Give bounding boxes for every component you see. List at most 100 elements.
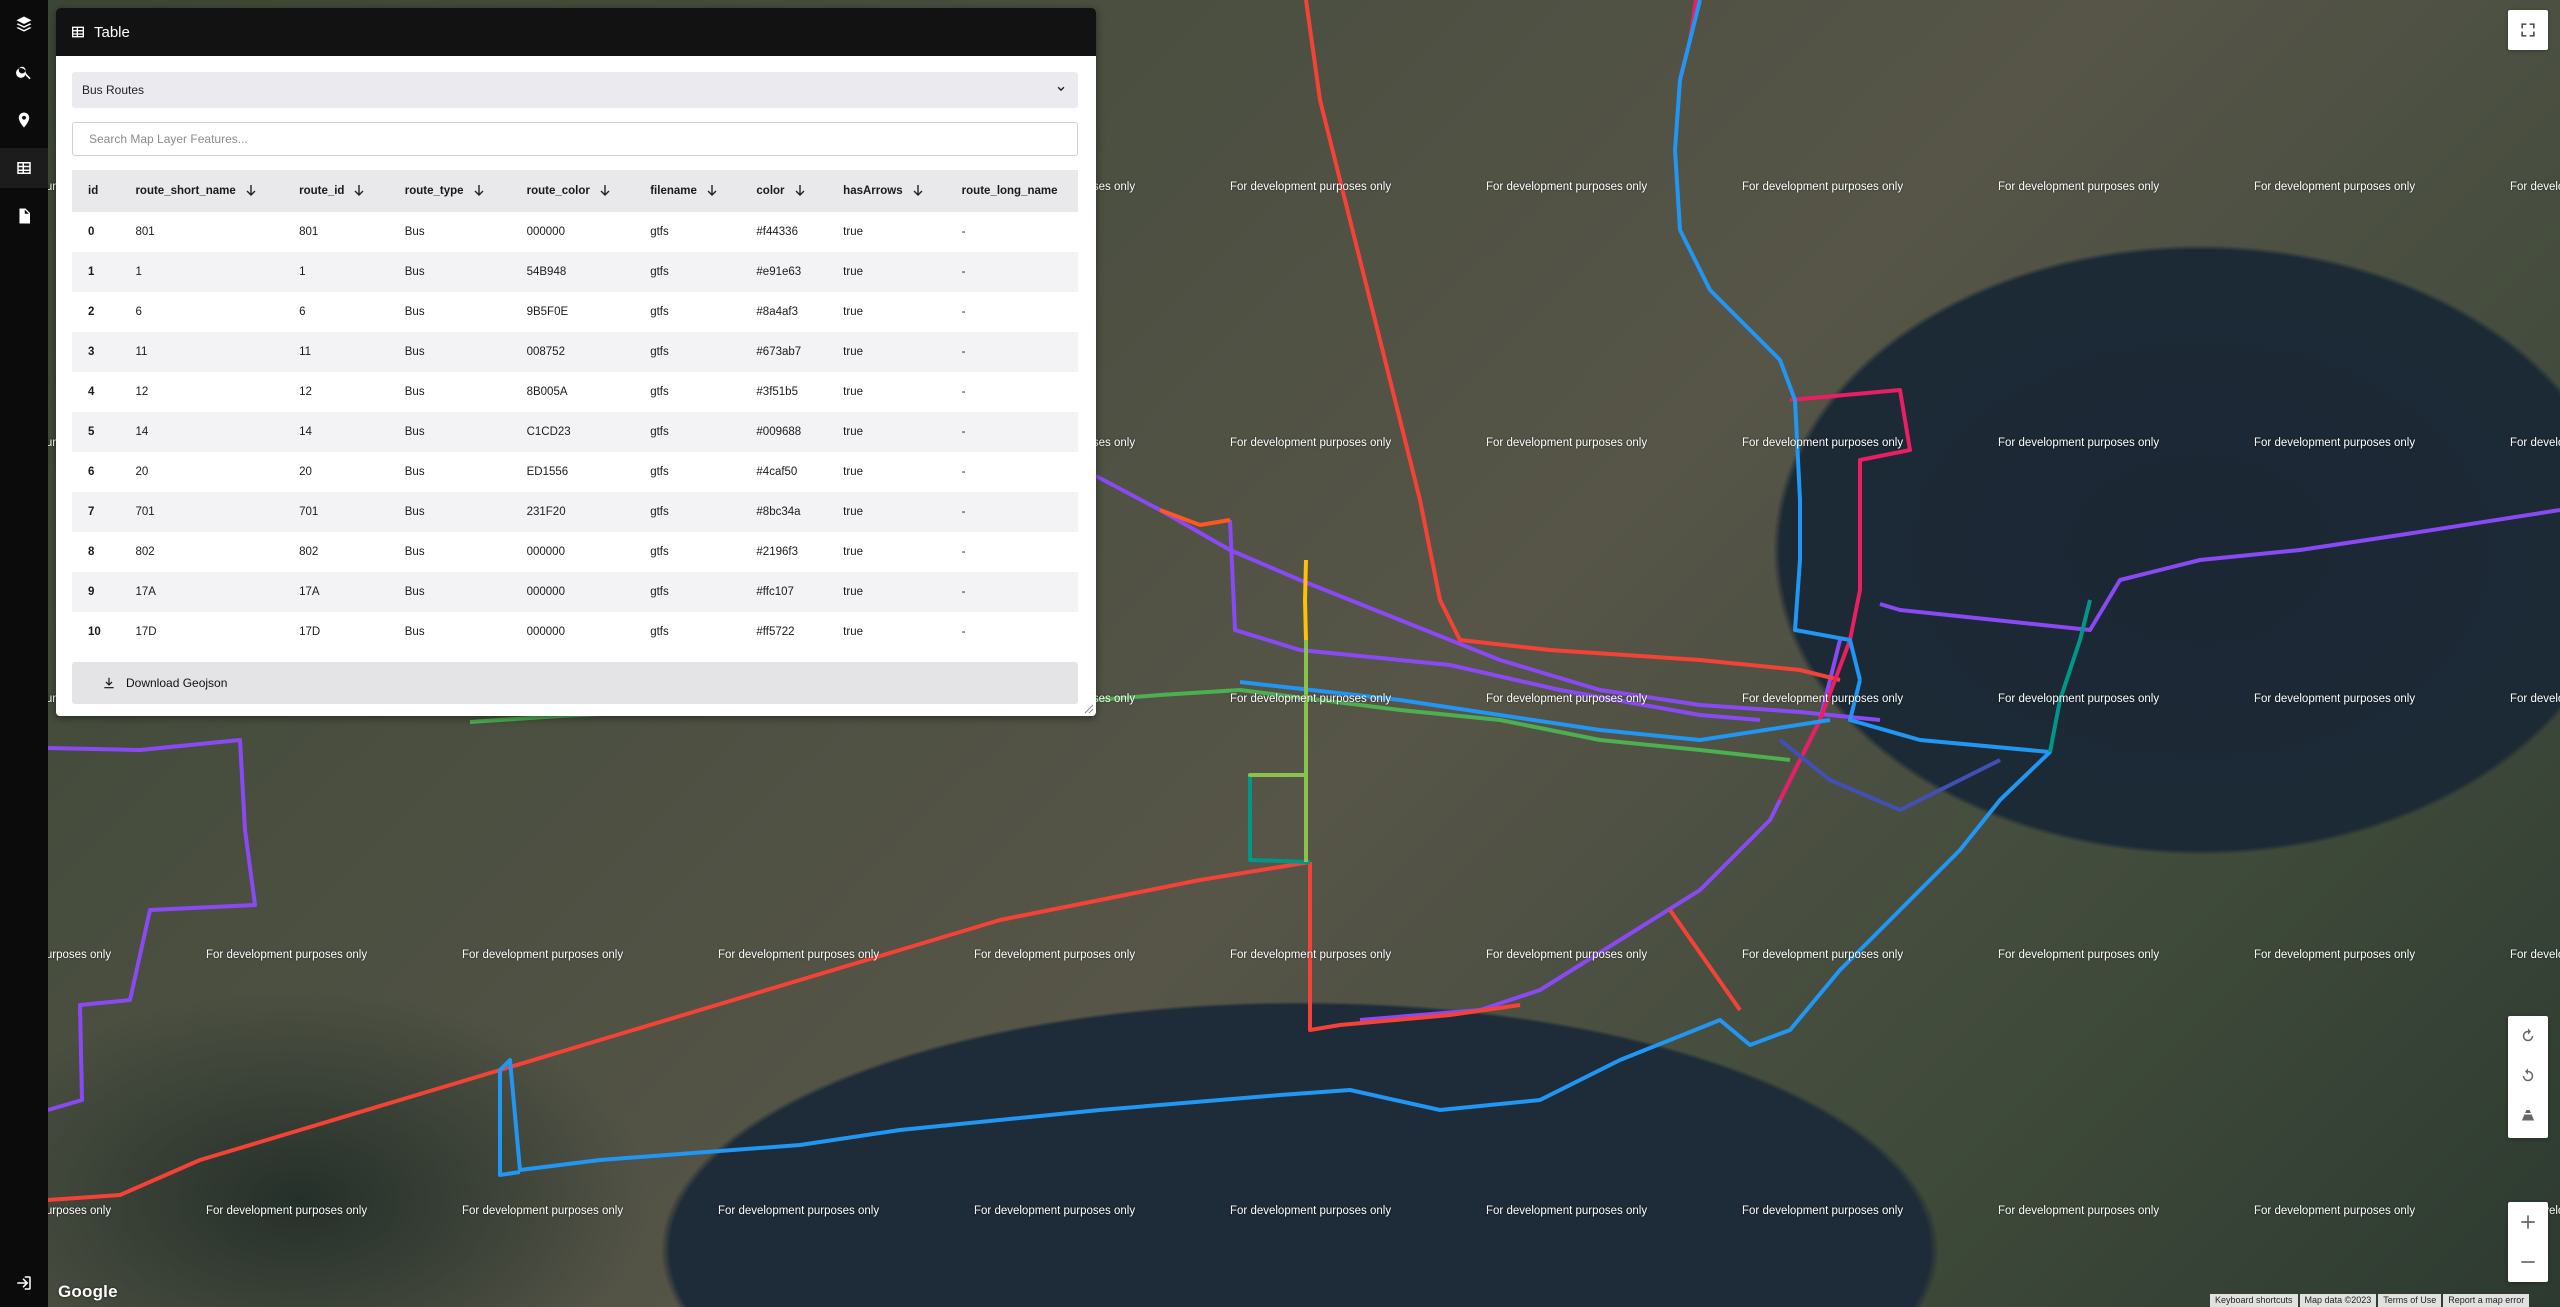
route-line-purple [1095, 474, 1881, 722]
map-data-text: Map data ©2023 [2299, 1294, 2377, 1307]
column-header-route-id[interactable]: route_id [283, 170, 389, 212]
cell-route-type: Bus [404, 626, 425, 638]
column-header-route-color[interactable]: route_color [511, 170, 635, 212]
tilt-icon [2522, 1110, 2534, 1121]
column-header-filename[interactable]: filename [634, 170, 740, 212]
resize-handle-icon[interactable] [1084, 704, 1094, 714]
table-row[interactable]: 0 801 801 Bus 000000 gtfs #f44336 true - [72, 212, 1078, 252]
table-row[interactable]: 4 12 12 Bus 8B005A gtfs #3f51b5 true - [72, 372, 1078, 412]
watermark-text: For development purposes only [1486, 949, 1648, 961]
cell-color: #ff5722 [756, 626, 795, 638]
map-attribution: Keyboard shortcuts Map data ©2023 Terms … [2208, 1294, 2530, 1307]
sort-arrow-down-icon[interactable] [795, 184, 805, 197]
table-button[interactable] [0, 148, 48, 188]
search-icon [16, 66, 31, 80]
column-header-color[interactable]: color [740, 170, 827, 212]
zoom-out-button[interactable] [2508, 1242, 2548, 1282]
cell-route-type: Bus [404, 386, 425, 398]
column-header-id[interactable]: id [72, 170, 119, 212]
search-button[interactable] [0, 52, 48, 92]
zoom-in-button[interactable] [2508, 1202, 2548, 1242]
column-header-hasarrows[interactable]: hasArrows [827, 170, 946, 212]
sort-arrow-down-icon[interactable] [600, 184, 610, 197]
cell-color: #009688 [756, 426, 802, 438]
cell-id: 2 [88, 306, 95, 318]
table-row[interactable]: 3 11 11 Bus 008752 gtfs #673ab7 true - [72, 332, 1078, 372]
cell-route-id: 20 [299, 466, 312, 478]
route-line-indigo [1778, 738, 2001, 812]
cell-route-color: 000000 [526, 546, 565, 558]
cell-hasarrows: true [843, 386, 863, 398]
cell-route-id: 802 [299, 546, 319, 558]
cell-filename: gtfs [650, 346, 669, 358]
column-header-route-type[interactable]: route_type [389, 170, 511, 212]
cell-route-type: Bus [404, 466, 425, 478]
cell-color: #8bc34a [756, 506, 801, 518]
watermark-text: For development purposes only [1742, 181, 1904, 193]
column-header-route-short-name[interactable]: route_short_name [119, 170, 283, 212]
fullscreen-button[interactable] [2508, 10, 2548, 50]
cell-id: 10 [88, 626, 101, 638]
fullscreen-icon [2521, 23, 2535, 37]
watermark-text: For development purposes only [974, 1205, 1136, 1217]
search-input[interactable] [72, 122, 1078, 156]
rotate-left-icon [2522, 1068, 2534, 1082]
route-line-teal-2 [1248, 775, 1311, 864]
table-row[interactable]: 1 1 1 Bus 54B948 gtfs #e91e63 true - [72, 252, 1078, 292]
cell-route-long-name: - [961, 506, 966, 518]
table-row[interactable]: 10 17D 17D Bus 000000 gtfs #ff5722 true - [72, 612, 1078, 650]
google-logo[interactable]: Google [58, 1282, 118, 1302]
watermark-text: For development purposes only [1998, 949, 2160, 961]
cell-id: 3 [88, 346, 95, 358]
cell-color: #3f51b5 [756, 386, 798, 398]
rotate-left-button[interactable] [2508, 1056, 2548, 1096]
watermark-text: For development purposes only [462, 949, 624, 961]
download-label: Download Geojson [126, 676, 228, 690]
cell-route-color: 000000 [526, 626, 565, 638]
watermark-text: For development purposes only [1742, 437, 1904, 449]
sort-arrow-down-icon[interactable] [474, 184, 484, 197]
watermark-text: For development purposes only [2510, 437, 2560, 449]
cell-route-type: Bus [404, 266, 425, 278]
layer-select[interactable]: Bus Routes [72, 72, 1078, 108]
cell-route-color: 9B5F0E [526, 306, 569, 318]
table-row[interactable]: 8 802 802 Bus 000000 gtfs #2196f3 true - [72, 532, 1078, 572]
route-line-blue-3 [1239, 680, 1831, 742]
zoom-controls [2508, 1202, 2548, 1282]
table-row[interactable]: 2 6 6 Bus 9B5F0E gtfs #8a4af3 true - [72, 292, 1078, 332]
document-button[interactable] [0, 196, 48, 236]
download-geojson-button[interactable]: Download Geojson [72, 662, 1078, 704]
rotate-right-button[interactable] [2508, 1016, 2548, 1056]
table-row[interactable]: 7 701 701 Bus 231F20 gtfs #8bc34a true - [72, 492, 1078, 532]
keyboard-shortcuts-link[interactable]: Keyboard shortcuts [2210, 1294, 2298, 1307]
report-map-error-link[interactable]: Report a map error [2443, 1294, 2530, 1307]
cell-filename: gtfs [650, 426, 669, 438]
route-line-purple-4 [47, 738, 257, 1112]
cell-route-long-name: - [961, 586, 966, 598]
layers-button[interactable] [0, 4, 48, 44]
sort-arrow-down-icon[interactable] [913, 184, 923, 197]
column-header-route-long-name[interactable]: route_long_name [946, 170, 1078, 212]
tilt-button[interactable] [2508, 1096, 2548, 1136]
sort-arrow-down-icon[interactable] [354, 184, 364, 197]
column-header-label: route_short_name [135, 185, 236, 198]
logout-button[interactable] [0, 1263, 48, 1303]
cell-route-id: 1 [299, 266, 306, 278]
cell-color: #f44336 [756, 226, 798, 238]
cell-filename: gtfs [650, 226, 669, 238]
table-row[interactable]: 6 20 20 Bus ED1556 gtfs #4caf50 true - [72, 452, 1078, 492]
table-row[interactable]: 9 17A 17A Bus 000000 gtfs #ffc107 true - [72, 572, 1078, 612]
layers-icon [16, 16, 32, 32]
table-row[interactable]: 5 14 14 Bus C1CD23 gtfs #009688 true - [72, 412, 1078, 452]
location-button[interactable] [0, 100, 48, 140]
watermark-text: For development purposes only [1230, 181, 1392, 193]
cell-hasarrows: true [843, 266, 863, 278]
terms-of-use-link[interactable]: Terms of Use [2378, 1294, 2442, 1307]
sort-arrow-down-icon[interactable] [246, 184, 256, 197]
feature-table: id route_short_name route_id route_type rout… [72, 170, 1078, 650]
document-icon [19, 208, 30, 224]
sidebar-rail [0, 0, 48, 1307]
watermark-text: For development purposes only [1230, 1205, 1392, 1217]
watermark-text: For development purposes only [2254, 693, 2416, 705]
sort-arrow-down-icon[interactable] [707, 184, 717, 197]
